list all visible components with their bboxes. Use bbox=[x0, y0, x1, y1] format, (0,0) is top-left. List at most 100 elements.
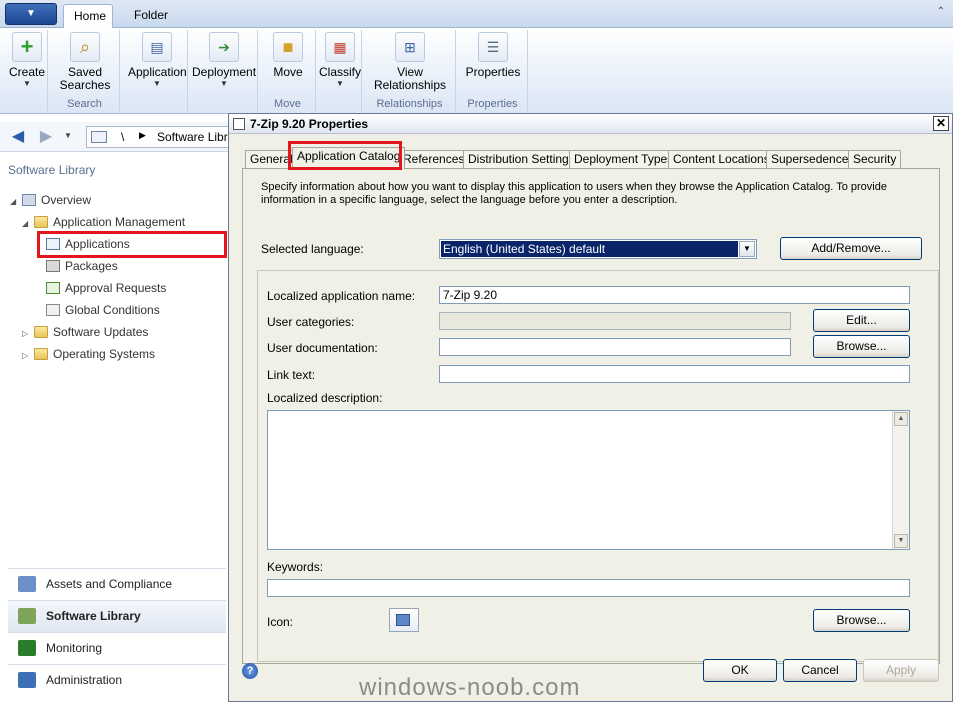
ribbon-group-deployment: ➔ Deployment ▼ bbox=[190, 30, 258, 112]
administration-icon bbox=[18, 672, 36, 688]
ribbon-group-classify: ▦ Classify ▼ bbox=[318, 30, 362, 112]
classify-icon: ▦ bbox=[325, 32, 355, 62]
tab-deployment-types[interactable]: Deployment Types bbox=[569, 150, 679, 168]
scroll-down-icon[interactable]: ▼ bbox=[894, 534, 908, 548]
chevron-down-icon: ▼ bbox=[153, 79, 161, 88]
chevron-down-icon: ▼ bbox=[336, 79, 344, 88]
saved-search-icon: ⌕ bbox=[70, 32, 100, 62]
navigation-pane: Software Library ◢ Overview ◢ Application … bbox=[0, 153, 230, 702]
language-select-value: English (United States) default bbox=[441, 241, 738, 257]
keywords-label: Keywords: bbox=[267, 560, 324, 574]
breadcrumb-arrow-icon[interactable]: ▶ bbox=[139, 130, 146, 141]
localized-description-textarea[interactable]: ▲ ▼ bbox=[267, 410, 910, 550]
chevron-down-icon: ▼ bbox=[23, 79, 31, 88]
browse-documentation-button[interactable]: Browse... bbox=[813, 335, 910, 358]
close-icon[interactable]: ✕ bbox=[933, 116, 949, 131]
description-scrollbar[interactable]: ▲ ▼ bbox=[892, 411, 909, 549]
tab-supersedence[interactable]: Supersedence bbox=[766, 150, 854, 168]
plus-icon: + bbox=[12, 32, 42, 62]
pane-title: Software Library bbox=[8, 163, 96, 177]
selected-language-label: Selected language: bbox=[261, 242, 364, 256]
dialog-titlebar[interactable]: 7-Zip 9.20 Properties ✕ bbox=[229, 114, 952, 134]
workspace-administration[interactable]: Administration bbox=[8, 664, 226, 696]
add-remove-button[interactable]: Add/Remove... bbox=[780, 237, 922, 260]
expander-icon[interactable]: ▷ bbox=[22, 324, 34, 344]
annotation-highlight-applications bbox=[37, 231, 227, 258]
navigation-bar: ◀ ▶ ▼ \ ▶ Software Library bbox=[0, 122, 230, 152]
tree-item-operating-systems[interactable]: ▷ Operating Systems bbox=[22, 344, 155, 364]
annotation-highlight-application-catalog bbox=[288, 141, 402, 170]
address-bar[interactable]: \ ▶ Software Library bbox=[86, 126, 230, 148]
language-select[interactable]: English (United States) default ▼ bbox=[439, 239, 757, 259]
tree-item-software-updates[interactable]: ▷ Software Updates bbox=[22, 322, 148, 342]
localized-name-input[interactable]: 7-Zip 9.20 bbox=[439, 286, 910, 304]
assets-icon bbox=[18, 576, 36, 592]
ok-button[interactable]: OK bbox=[703, 659, 777, 682]
console-root-icon bbox=[91, 131, 107, 143]
ribbon-collapse-icon[interactable]: ⌃ bbox=[937, 6, 945, 17]
view-relationships-button[interactable]: ⊞ View Relationships bbox=[368, 32, 452, 92]
properties-dialog: 7-Zip 9.20 Properties ✕ General Applicat… bbox=[228, 113, 953, 702]
tab-content-locations[interactable]: Content Locations bbox=[668, 150, 775, 168]
cancel-button[interactable]: Cancel bbox=[783, 659, 857, 682]
saved-searches-button[interactable]: ⌕ Saved Searches bbox=[54, 32, 116, 92]
ribbon-group-move: ■ Move Move bbox=[260, 30, 316, 112]
tree-item-global-conditions[interactable]: Global Conditions bbox=[34, 300, 160, 320]
global-conditions-icon bbox=[46, 304, 60, 316]
help-icon[interactable]: ? bbox=[242, 663, 258, 679]
user-documentation-input[interactable] bbox=[439, 338, 791, 356]
keywords-input[interactable] bbox=[267, 579, 910, 597]
folder-icon bbox=[34, 326, 48, 338]
ribbon-group-relationships: ⊞ View Relationships Relationships bbox=[364, 30, 456, 112]
expander-icon[interactable]: ▷ bbox=[22, 346, 34, 366]
tree-item-packages[interactable]: Packages bbox=[34, 256, 118, 276]
application-button[interactable]: ▤ Application ▼ bbox=[128, 32, 187, 89]
expander-icon[interactable]: ◢ bbox=[22, 214, 34, 234]
ribbon-group-application: ▤ Application ▼ bbox=[126, 30, 188, 112]
workspace-software-library[interactable]: Software Library bbox=[8, 600, 226, 632]
tab-distribution-settings[interactable]: Distribution Settings bbox=[463, 150, 580, 168]
expander-icon[interactable]: ◢ bbox=[10, 192, 22, 212]
properties-button[interactable]: ☰ Properties bbox=[462, 32, 524, 79]
tab-references[interactable]: References bbox=[398, 150, 470, 168]
workspace-assets-and-compliance[interactable]: Assets and Compliance bbox=[8, 568, 226, 600]
deployment-icon: ➔ bbox=[209, 32, 239, 62]
deployment-button[interactable]: ➔ Deployment ▼ bbox=[192, 32, 256, 89]
move-button[interactable]: ■ Move bbox=[264, 32, 312, 79]
tab-security[interactable]: Security bbox=[848, 150, 902, 168]
localized-description-label: Localized description: bbox=[267, 391, 383, 405]
application-icon-preview bbox=[389, 608, 419, 632]
ribbon-tab-folder[interactable]: Folder bbox=[124, 4, 176, 28]
browse-icon-button[interactable]: Browse... bbox=[813, 609, 910, 632]
workspace-monitoring[interactable]: Monitoring bbox=[8, 632, 226, 664]
chevron-down-icon[interactable]: ▼ bbox=[739, 241, 755, 257]
forward-arrow-icon[interactable]: ▶ bbox=[36, 127, 56, 147]
history-dropdown-icon[interactable]: ▼ bbox=[64, 131, 72, 140]
properties-icon: ☰ bbox=[478, 32, 508, 62]
ribbon-group-properties: ☰ Properties Properties bbox=[458, 30, 528, 112]
link-text-label: Link text: bbox=[267, 368, 316, 382]
application-menu-button[interactable]: ▼ bbox=[5, 3, 57, 25]
breadcrumb-software-library[interactable]: Software Library bbox=[157, 130, 229, 144]
create-button[interactable]: + Create ▼ bbox=[8, 32, 46, 89]
chevron-down-icon: ▼ bbox=[220, 79, 228, 88]
path-separator: \ bbox=[121, 130, 125, 144]
classify-button[interactable]: ▦ Classify ▼ bbox=[318, 32, 362, 89]
workspace-switcher: Assets and Compliance Software Library M… bbox=[8, 568, 226, 696]
tree-item-application-management[interactable]: ◢ Application Management bbox=[22, 212, 185, 232]
icon-label: Icon: bbox=[267, 615, 294, 629]
back-arrow-icon[interactable]: ◀ bbox=[8, 127, 28, 147]
tree-item-approval-requests[interactable]: Approval Requests bbox=[34, 278, 166, 298]
user-documentation-label: User documentation: bbox=[267, 341, 378, 355]
link-text-input[interactable] bbox=[439, 365, 910, 383]
packages-icon bbox=[46, 260, 60, 272]
monitoring-icon bbox=[18, 640, 36, 656]
tree-item-overview[interactable]: ◢ Overview bbox=[10, 190, 91, 210]
overview-icon bbox=[22, 194, 36, 206]
apply-button: Apply bbox=[863, 659, 939, 682]
intro-text: Specify information about how you want t… bbox=[261, 181, 887, 206]
ribbon: + Create ▼ ⌕ Saved Searches Search ▤ App… bbox=[0, 28, 953, 114]
edit-categories-button[interactable]: Edit... bbox=[813, 309, 910, 332]
ribbon-tab-home[interactable]: Home bbox=[63, 4, 113, 28]
scroll-up-icon[interactable]: ▲ bbox=[894, 412, 908, 426]
